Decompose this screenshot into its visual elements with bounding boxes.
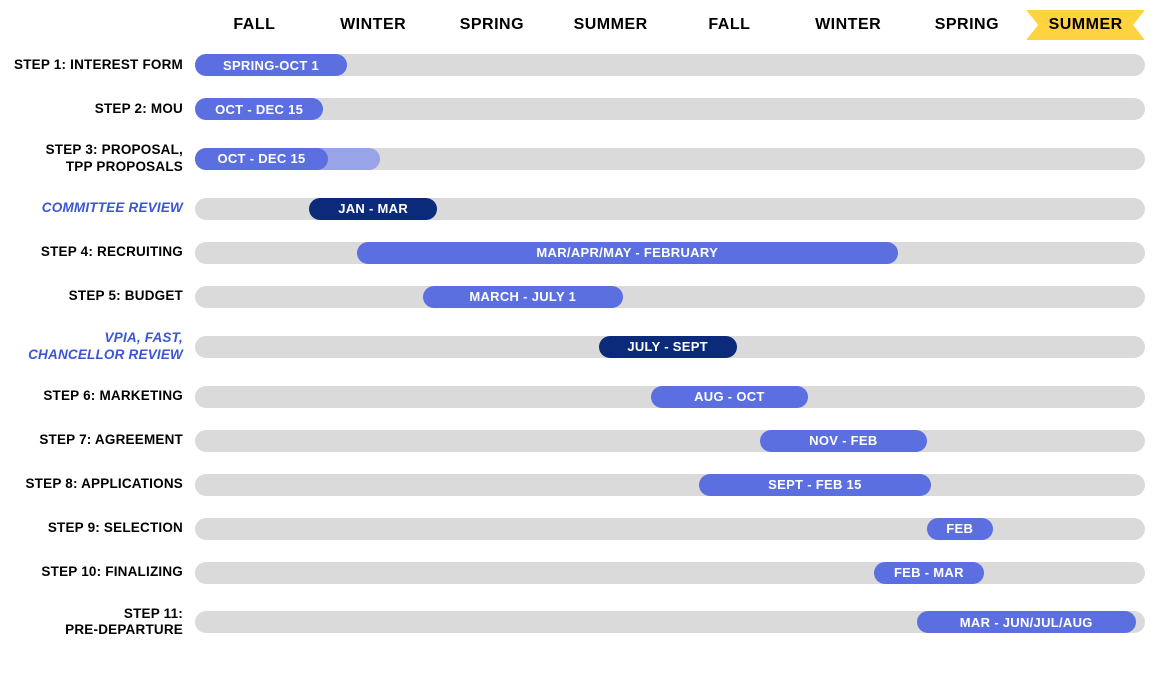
timeline-row: STEP 8: APPLICATIONS SEPT - FEB 15	[10, 474, 1145, 496]
row-track: OCT - DEC 15	[195, 148, 1145, 170]
season-label: SPRING	[908, 10, 1027, 40]
row-track: JULY - SEPT	[195, 336, 1145, 358]
row-track: MAR - JUN/JUL/AUG	[195, 611, 1145, 633]
timeline-row: STEP 3: PROPOSAL,TPP PROPOSALSOCT - DEC …	[10, 142, 1145, 176]
row-label: STEP 7: AGREEMENT	[10, 432, 195, 449]
row-label: STEP 6: MARKETING	[10, 388, 195, 405]
row-track: MAR/APR/MAY - FEBRUARY	[195, 242, 1145, 264]
timeline-row: STEP 1: INTEREST FORMSPRING-OCT 1	[10, 54, 1145, 76]
row-label: VPIA, FAST,CHANCELLOR REVIEW	[10, 330, 195, 364]
timeline-bar: OCT - DEC 15	[195, 148, 328, 170]
row-track: JAN - MAR	[195, 198, 1145, 220]
timeline-bar: JAN - MAR	[309, 198, 437, 220]
season-axis: FALLWINTERSPRINGSUMMERFALLWINTERSPRINGSU…	[195, 10, 1145, 40]
timeline-row: VPIA, FAST,CHANCELLOR REVIEW JULY - SEPT	[10, 330, 1145, 364]
row-label: STEP 3: PROPOSAL,TPP PROPOSALS	[10, 142, 195, 176]
timeline-bar: JULY - SEPT	[599, 336, 737, 358]
row-track: SEPT - FEB 15	[195, 474, 1145, 496]
row-label: STEP 1: INTEREST FORM	[10, 57, 195, 74]
row-track: FEB - MAR	[195, 562, 1145, 584]
timeline-row: STEP 10: FINALIZING FEB - MAR	[10, 562, 1145, 584]
row-label: STEP 5: BUDGET	[10, 288, 195, 305]
timeline-row: STEP 2: MOUOCT - DEC 15	[10, 98, 1145, 120]
timeline-bar: SEPT - FEB 15	[699, 474, 932, 496]
season-label: SPRING	[433, 10, 552, 40]
timeline-bar: OCT - DEC 15	[195, 98, 323, 120]
timeline-row: COMMITTEE REVIEW JAN - MAR	[10, 198, 1145, 220]
row-track: FEB	[195, 518, 1145, 540]
row-track: NOV - FEB	[195, 430, 1145, 452]
row-label: STEP 11:PRE-DEPARTURE	[10, 606, 195, 640]
season-label: WINTER	[789, 10, 908, 40]
row-label: COMMITTEE REVIEW	[10, 200, 195, 217]
timeline-bar: FEB - MAR	[874, 562, 983, 584]
timeline-bar: MAR - JUN/JUL/AUG	[917, 611, 1136, 633]
timeline-bar: AUG - OCT	[651, 386, 808, 408]
timeline-row: STEP 5: BUDGET MARCH - JULY 1	[10, 286, 1145, 308]
season-label: WINTER	[314, 10, 433, 40]
timeline-row: STEP 7: AGREEMENT NOV - FEB	[10, 430, 1145, 452]
row-track: AUG - OCT	[195, 386, 1145, 408]
season-label: FALL	[195, 10, 314, 40]
row-label: STEP 9: SELECTION	[10, 520, 195, 537]
timeline-bar: MARCH - JULY 1	[423, 286, 623, 308]
timeline-row: STEP 11:PRE-DEPARTURE MAR - JUN/JUL/AUG	[10, 606, 1145, 640]
row-track: OCT - DEC 15	[195, 98, 1145, 120]
timeline-row: STEP 9: SELECTION FEB	[10, 518, 1145, 540]
timeline-bar: FEB	[927, 518, 994, 540]
row-label: STEP 4: RECRUITING	[10, 244, 195, 261]
row-label: STEP 2: MOU	[10, 101, 195, 118]
row-label: STEP 10: FINALIZING	[10, 564, 195, 581]
row-label: STEP 8: APPLICATIONS	[10, 476, 195, 493]
season-label: SUMMER	[551, 10, 670, 40]
row-track: SPRING-OCT 1	[195, 54, 1145, 76]
season-header: FALLWINTERSPRINGSUMMERFALLWINTERSPRINGSU…	[10, 10, 1145, 40]
season-label: SUMMER	[1026, 10, 1145, 40]
timeline-bar: NOV - FEB	[760, 430, 926, 452]
timeline-row: STEP 6: MARKETING AUG - OCT	[10, 386, 1145, 408]
timeline-row: STEP 4: RECRUITING MAR/APR/MAY - FEBRUARY	[10, 242, 1145, 264]
season-label: FALL	[670, 10, 789, 40]
timeline-bar: MAR/APR/MAY - FEBRUARY	[357, 242, 899, 264]
timeline-bar: SPRING-OCT 1	[195, 54, 347, 76]
row-track: MARCH - JULY 1	[195, 286, 1145, 308]
